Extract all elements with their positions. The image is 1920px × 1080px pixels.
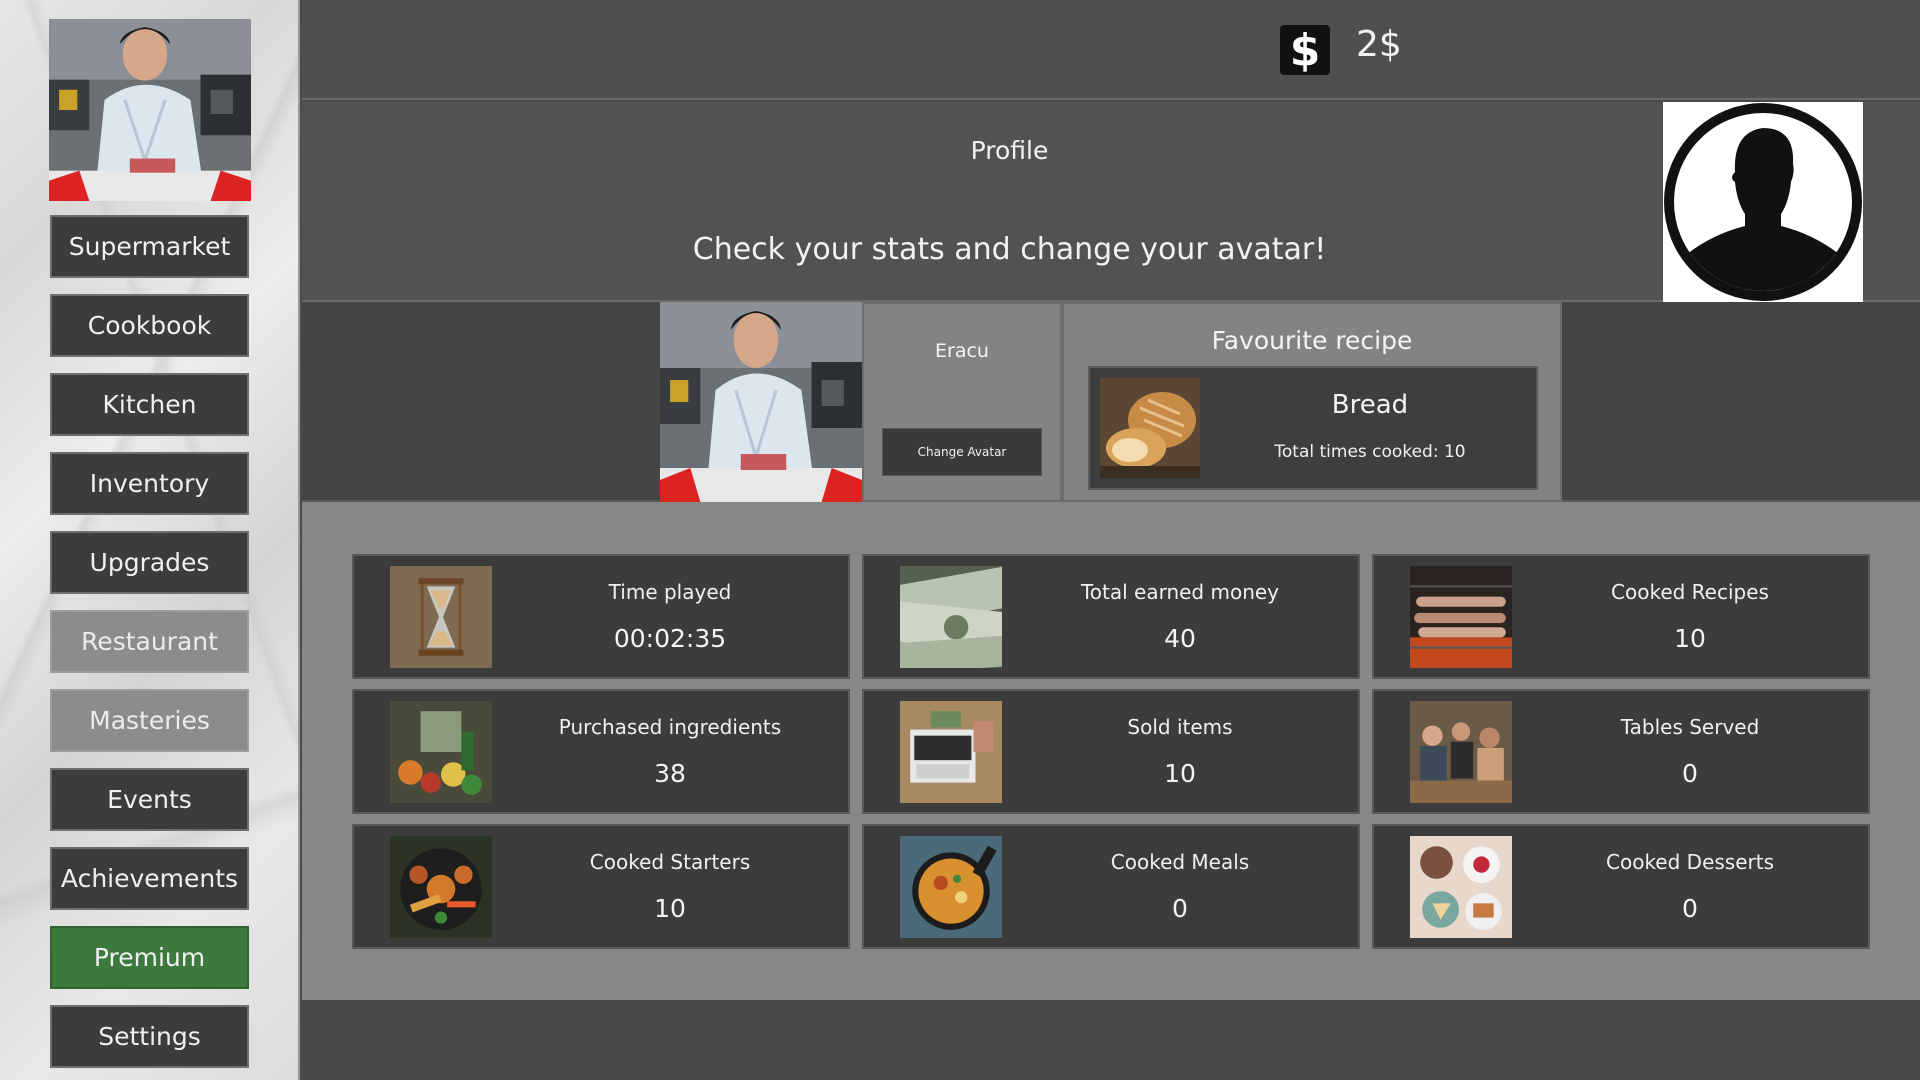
nav-masteries-button[interactable]: Masteries bbox=[50, 689, 249, 752]
stat-card-cooked-starters: Cooked Starters 10 bbox=[352, 824, 850, 949]
stat-label: Total earned money bbox=[1080, 580, 1280, 604]
stat-label: Sold items bbox=[1127, 715, 1233, 739]
footer-bar bbox=[302, 1000, 1920, 1080]
sidebar-avatar-image bbox=[49, 19, 251, 201]
nav-events-button[interactable]: Events bbox=[50, 768, 249, 831]
nav-settings-button[interactable]: Settings bbox=[50, 1005, 249, 1068]
stat-value: 0 bbox=[1682, 894, 1698, 923]
bread-icon bbox=[1100, 378, 1200, 478]
nav-cookbook-button[interactable]: Cookbook bbox=[50, 294, 249, 357]
pan-meal-icon bbox=[900, 836, 1002, 938]
stat-label: Time played bbox=[608, 580, 732, 604]
page-title: Profile bbox=[970, 136, 1049, 165]
page-subtitle: Check your stats and change your avatar! bbox=[692, 232, 1327, 267]
profile-silhouette-icon bbox=[1663, 102, 1863, 302]
dollar-icon: $ bbox=[1280, 25, 1330, 76]
sidebar: Supermarket Cookbook Kitchen Inventory U… bbox=[0, 0, 300, 1080]
stat-label: Tables Served bbox=[1620, 715, 1760, 739]
username: Eracu bbox=[935, 340, 989, 362]
market-icon bbox=[390, 701, 492, 803]
stat-value: 0 bbox=[1682, 759, 1698, 788]
stat-label: Cooked Desserts bbox=[1606, 850, 1774, 874]
stat-card-cooked-desserts: Cooked Desserts 0 bbox=[1372, 824, 1870, 949]
cash-register-icon bbox=[900, 701, 1002, 803]
money-amount: 2$ bbox=[1356, 24, 1402, 65]
user-avatar-image bbox=[660, 302, 862, 502]
nav-restaurant-button[interactable]: Restaurant bbox=[50, 610, 249, 673]
stat-label: Purchased ingredients bbox=[558, 715, 782, 739]
banknotes-icon bbox=[900, 566, 1002, 668]
nav-achievements-button[interactable]: Achievements bbox=[50, 847, 249, 910]
stats-area: Time played 00:02:35 Total earned money … bbox=[302, 502, 1920, 1000]
dining-icon bbox=[1410, 701, 1512, 803]
app-window: Supermarket Cookbook Kitchen Inventory U… bbox=[0, 0, 1920, 1080]
stat-value: 10 bbox=[1164, 759, 1196, 788]
favourite-recipe-card: Favourite recipe Bread Total times cooke… bbox=[1062, 302, 1562, 502]
stat-card-time-played: Time played 00:02:35 bbox=[352, 554, 850, 679]
desserts-icon bbox=[1410, 836, 1512, 938]
nav-premium-button[interactable]: Premium bbox=[50, 926, 249, 989]
stat-label: Cooked Starters bbox=[589, 850, 751, 874]
stat-value: 10 bbox=[1674, 624, 1706, 653]
stat-card-total-earned-money: Total earned money 40 bbox=[862, 554, 1360, 679]
user-card: Eracu Change Avatar bbox=[862, 302, 1062, 502]
profile-row: Eracu Change Avatar Favourite recipe Bre… bbox=[302, 302, 1920, 502]
stat-value: 40 bbox=[1164, 624, 1196, 653]
stat-card-cooked-recipes: Cooked Recipes 10 bbox=[1372, 554, 1870, 679]
stat-value: 10 bbox=[654, 894, 686, 923]
favourite-recipe-panel: Bread Total times cooked: 10 bbox=[1088, 366, 1538, 490]
stat-value: 00:02:35 bbox=[613, 624, 727, 653]
nav-kitchen-button[interactable]: Kitchen bbox=[50, 373, 249, 436]
change-avatar-button[interactable]: Change Avatar bbox=[882, 428, 1042, 476]
page-header: Profile Check your stats and change your… bbox=[302, 102, 1920, 302]
favourite-recipe-count: Total times cooked: 10 bbox=[1274, 442, 1466, 462]
stat-card-sold-items: Sold items 10 bbox=[862, 689, 1360, 814]
favourite-recipe-title: Favourite recipe bbox=[1211, 326, 1413, 355]
starters-icon bbox=[390, 836, 492, 938]
hourglass-icon bbox=[390, 566, 492, 668]
stat-value: 38 bbox=[654, 759, 686, 788]
nav-inventory-button[interactable]: Inventory bbox=[50, 452, 249, 515]
favourite-recipe-name: Bread bbox=[1331, 390, 1409, 420]
stat-label: Cooked Recipes bbox=[1611, 580, 1769, 604]
stat-card-cooked-meals: Cooked Meals 0 bbox=[862, 824, 1360, 949]
stat-card-purchased-ingredients: Purchased ingredients 38 bbox=[352, 689, 850, 814]
top-bar: $ 2$ bbox=[302, 0, 1920, 100]
stat-value: 0 bbox=[1172, 894, 1188, 923]
grill-icon bbox=[1410, 566, 1512, 668]
stat-label: Cooked Meals bbox=[1110, 850, 1250, 874]
nav-upgrades-button[interactable]: Upgrades bbox=[50, 531, 249, 594]
stat-card-tables-served: Tables Served 0 bbox=[1372, 689, 1870, 814]
nav-supermarket-button[interactable]: Supermarket bbox=[50, 215, 249, 278]
